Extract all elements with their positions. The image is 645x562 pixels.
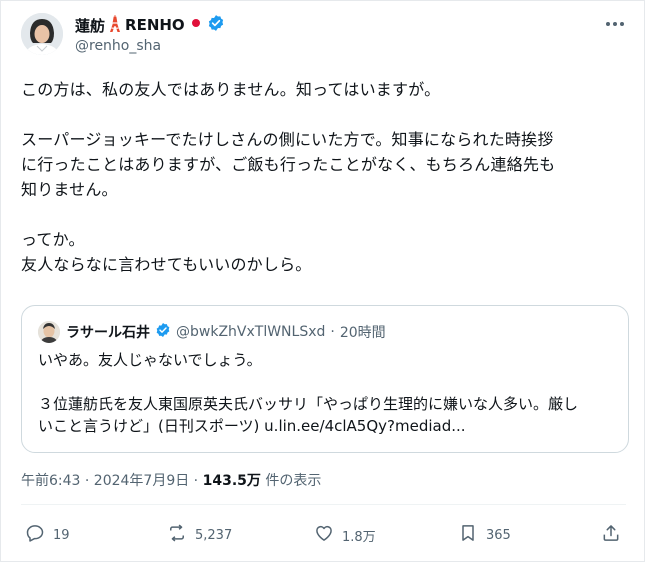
- tokyo-tower-icon: [109, 14, 121, 36]
- bookmark-count: 365: [486, 527, 511, 543]
- share-button[interactable]: [601, 523, 621, 547]
- quoted-name[interactable]: ラサール石井: [66, 322, 150, 342]
- quoted-header[interactable]: ラサール石井 @bwkZhVxTlWNLSxd · 20時間: [66, 322, 386, 342]
- tweet-text: この方は、私の友人ではありません。知ってはいますが。 スーパージョッキーでたけし…: [21, 80, 556, 274]
- like-button[interactable]: 1.8万: [314, 523, 376, 547]
- divider: [21, 504, 626, 505]
- view-count: 143.5万: [202, 473, 261, 489]
- quoted-time[interactable]: 20時間: [340, 322, 386, 342]
- avatar[interactable]: [21, 13, 63, 55]
- bookmark-icon: [458, 523, 478, 547]
- verified-badge-icon: [207, 14, 225, 36]
- like-icon: [314, 523, 334, 547]
- bookmark-button[interactable]: 365: [458, 523, 511, 547]
- quoted-tweet[interactable]: ラサール石井 @bwkZhVxTlWNLSxd · 20時間 いやあ。友人じゃな…: [21, 305, 629, 453]
- more-options-icon[interactable]: [604, 15, 626, 37]
- reply-icon: [25, 523, 45, 547]
- tweet-datetime[interactable]: 午前6:43 · 2024年7月9日 ·: [21, 473, 203, 489]
- view-label: 件の表示: [260, 473, 322, 489]
- author-handle[interactable]: @renho_sha: [75, 38, 161, 54]
- quoted-handle[interactable]: @bwkZhVxTlWNLSxd: [176, 324, 325, 340]
- tweet-card: 蓮舫 RENHO @renho_sha この方は、私の友人ではありません。知って…: [0, 0, 645, 562]
- quoted-avatar[interactable]: [38, 321, 60, 343]
- repost-icon: [167, 523, 187, 547]
- quoted-verified-badge-icon: [155, 322, 171, 342]
- japan-flag-icon: [189, 16, 203, 34]
- repost-count: 5,237: [195, 527, 233, 543]
- author-suffix[interactable]: RENHO: [125, 16, 185, 34]
- author-name-row[interactable]: 蓮舫 RENHO: [75, 14, 225, 36]
- author-name[interactable]: 蓮舫: [75, 15, 105, 36]
- tweet-timestamp-row: 午前6:43 · 2024年7月9日 · 143.5万 件の表示: [21, 470, 321, 490]
- like-count: 1.8万: [342, 529, 376, 545]
- action-bar: 19 5,237 1.8万 365: [1, 523, 645, 553]
- reply-button[interactable]: 19: [25, 523, 70, 547]
- repost-button[interactable]: 5,237: [167, 523, 232, 547]
- share-icon: [601, 523, 621, 547]
- reply-count: 19: [53, 527, 70, 543]
- quoted-separator: ·: [330, 324, 335, 340]
- quoted-text: いやあ。友人じゃないでしょう。 ３位蓮舫氏を友人東国原英夫氏バッサリ「やっぱり生…: [38, 351, 579, 435]
